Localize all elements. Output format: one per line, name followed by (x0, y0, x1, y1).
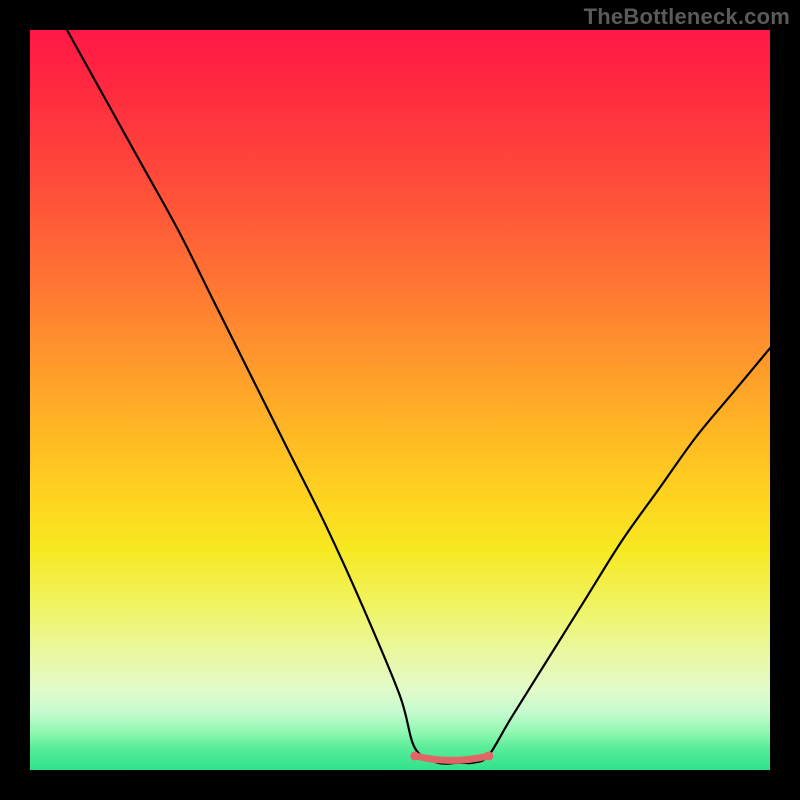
plot-area (30, 30, 770, 770)
chart-frame: TheBottleneck.com (0, 0, 800, 800)
watermark-text: TheBottleneck.com (584, 4, 790, 30)
flat-end-dot-right (484, 751, 493, 760)
bottleneck-curve-svg (30, 30, 770, 770)
flat-end-dot-left (410, 751, 419, 760)
flat-segment-path (415, 756, 489, 761)
curve-path (67, 30, 770, 764)
